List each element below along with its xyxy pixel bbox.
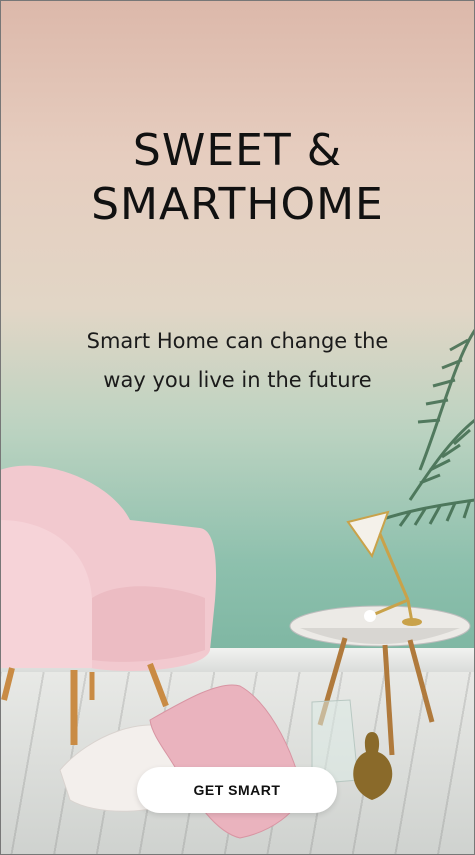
hero-title: SWEET & SMARTHOME <box>0 124 475 232</box>
subtitle-line-1: Smart Home can change the <box>86 329 389 353</box>
hero-subtitle: Smart Home can change the way you live i… <box>40 322 435 400</box>
get-smart-button[interactable]: GET SMART <box>137 767 337 813</box>
onboarding-screen: SWEET & SMARTHOME Smart Home can change … <box>0 0 475 855</box>
subtitle-line-2: way you live in the future <box>103 368 372 392</box>
title-line-1: SWEET & <box>132 125 343 176</box>
pillow-illustration <box>59 684 303 839</box>
title-line-2: SMARTHOME <box>91 179 384 230</box>
